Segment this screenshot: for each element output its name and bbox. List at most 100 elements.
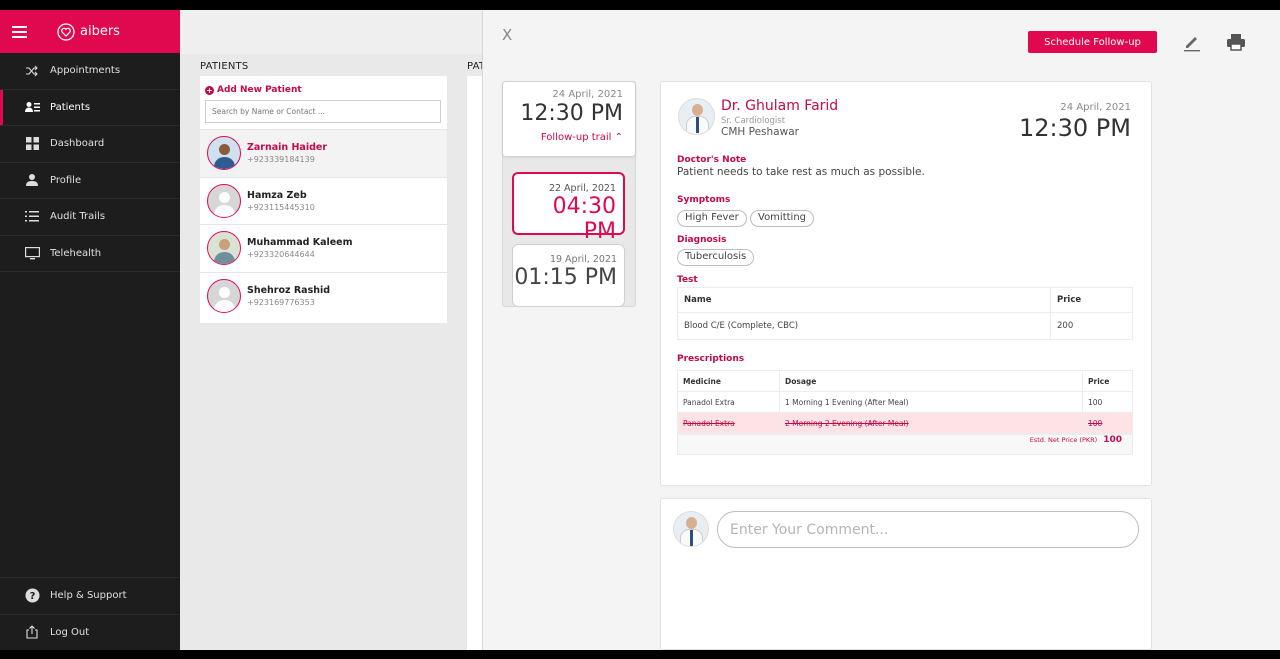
patient-list: Zarnain Haider +923339184139 Hamza Zeb +… [200,129,447,319]
sidebar-item-logout[interactable]: Log Out [0,613,180,651]
sidebar-item-appointments[interactable]: Appointments [0,53,180,90]
doctor-specialty: Sr. Cardiologist [721,116,786,126]
patient-phone: +923115445310 [247,202,315,212]
add-new-patient-label: Add New Patient [217,85,302,95]
test-table: Name Price Blood C/E (Complete, CBC) 200 [677,287,1133,340]
follow-up-trail-toggle[interactable]: Follow-up trail ⌃ [503,132,623,143]
patient-row[interactable]: Muhammad Kaleem +923320644644 [200,224,447,272]
shuffle-icon [24,63,40,79]
menu-icon[interactable] [12,25,27,38]
avatar [673,511,709,547]
diagnosis-label: Diagnosis [677,235,727,245]
patient-row[interactable]: Hamza Zeb +923115445310 [200,176,447,225]
test-label: Test [677,275,698,285]
diagnosis-chip: Tuberculosis [677,249,755,266]
doctors-note-label: Doctor's Note [677,155,747,165]
sidebar-item-help[interactable]: ? Help & Support [0,577,180,614]
medicine-dosage: 1 Morning 1 Evening (After Meal) [779,391,1083,413]
trail-card[interactable]: 22 April, 2021 04:30 PM [512,172,625,244]
comment-section [660,498,1152,650]
schedule-follow-up-button[interactable]: Schedule Follow-up [1028,31,1157,53]
trail-card-time: 04:30 PM [552,194,616,244]
sidebar-item-label: Help & Support [50,590,127,602]
column-header: Price [1082,370,1133,392]
test-name: Blood C/E (Complete, CBC) [677,312,1051,340]
trail-card-date: 22 April, 2021 [548,183,616,194]
visit-time: 12:30 PM [520,101,623,126]
trail-card-date: 19 April, 2021 [549,254,617,265]
sidebar-item-patients[interactable]: Patients [0,89,180,126]
user-icon [24,172,40,188]
column-header: Price [1050,287,1133,313]
net-price-row: Estd. Net Price (PKR) 100 [677,434,1133,455]
column-header: Medicine [677,370,780,392]
brand-bar: aibers [0,10,180,53]
table-row: Blood C/E (Complete, CBC) 200 [677,312,1133,340]
patients-card: + Add New Patient Zarnain Haider +923339… [200,76,447,323]
patient-phone: +923169776353 [247,297,315,307]
brand-name: aibers [80,24,120,39]
patient-phone: +923320644644 [247,250,315,260]
plus-icon: + [205,85,214,95]
medicine-price: 100 [1082,391,1133,413]
symptom-chip: Vomitting [750,210,815,227]
logout-icon [24,624,40,640]
patients-title: PATIENTS [200,61,249,72]
sidebar-item-profile[interactable]: Profile [0,163,180,199]
sidebar-item-label: Dashboard [50,138,105,150]
prescriptions-label: Prescriptions [677,354,745,364]
table-header-row: Name Price [677,287,1133,313]
doctor-name: Dr. Ghulam Farid [721,98,839,114]
visit-date: 24 April, 2021 [1060,102,1131,113]
sidebar-item-label: Audit Trails [50,211,106,223]
sidebar-item-telehealth[interactable]: Telehealth [0,236,180,272]
symptoms-label: Symptoms [677,195,731,205]
top-bar [180,10,490,54]
sidebar-bottom: ? Help & Support Log Out [0,577,180,650]
trail-card[interactable]: 19 April, 2021 01:15 PM [512,244,625,307]
close-button[interactable]: X [502,26,512,44]
comment-input[interactable] [717,511,1139,548]
doctor-avatar [678,98,715,135]
visit-date: 24 April, 2021 [552,89,623,100]
patient-name: Shehroz Rashid [247,284,331,296]
net-price-value: 100 [1103,435,1122,445]
avatar [207,183,241,218]
patient-row[interactable]: Shehroz Rashid +923169776353 [200,271,447,320]
monitor-icon [24,245,40,261]
sidebar-item-label: Patients [50,101,91,113]
add-new-patient-button[interactable]: + Add New Patient [200,76,447,95]
visit-detail-card: Dr. Ghulam Farid Sr. Cardiologist CMH Pe… [660,81,1152,486]
trail-card-time: 01:15 PM [514,265,617,290]
patients-icon [24,99,40,115]
sidebar-item-dashboard[interactable]: Dashboard [0,126,180,163]
table-header-row: Medicine Dosage Price [677,370,1133,392]
symptom-chip: High Fever [677,210,747,227]
current-visit-card[interactable]: 24 April, 2021 12:30 PM Follow-up trail … [503,82,635,156]
test-price: 200 [1050,312,1133,340]
medicine-dosage: 2 Morning 2 Evening (After Meal) [779,412,1083,434]
table-row-removed: Panadol Extra 2 Morning 2 Evening (After… [677,412,1133,434]
dashboard-icon [24,136,40,152]
print-icon[interactable] [1226,32,1246,52]
avatar [207,278,241,313]
detail-panel: X Schedule Follow-up 24 April, 2021 12:3… [482,10,1280,650]
edit-icon[interactable] [1183,32,1201,52]
avatar [207,231,241,266]
medicine-name: Panadol Extra [677,391,780,413]
table-row: Panadol Extra 1 Morning 1 Evening (After… [677,391,1133,413]
sidebar-item-label: Appointments [50,65,121,77]
visit-time: 12:30 PM [1019,114,1131,142]
sidebar-item-label: Log Out [50,626,90,638]
sidebar-item-audit-trails[interactable]: Audit Trails [0,199,180,236]
patient-name: Hamza Zeb [247,189,307,201]
doctors-note: Patient needs to take rest as much as po… [677,166,925,178]
logo: aibers [57,22,120,41]
medicine-name: Panadol Extra [677,412,780,434]
sidebar-item-label: Profile [50,174,82,186]
svg-text:?: ? [29,591,35,602]
patient-row[interactable]: Zarnain Haider +923339184139 [200,129,447,177]
column-header: Dosage [779,370,1083,392]
patient-phone: +923339184139 [247,155,315,165]
search-input[interactable] [205,100,441,123]
